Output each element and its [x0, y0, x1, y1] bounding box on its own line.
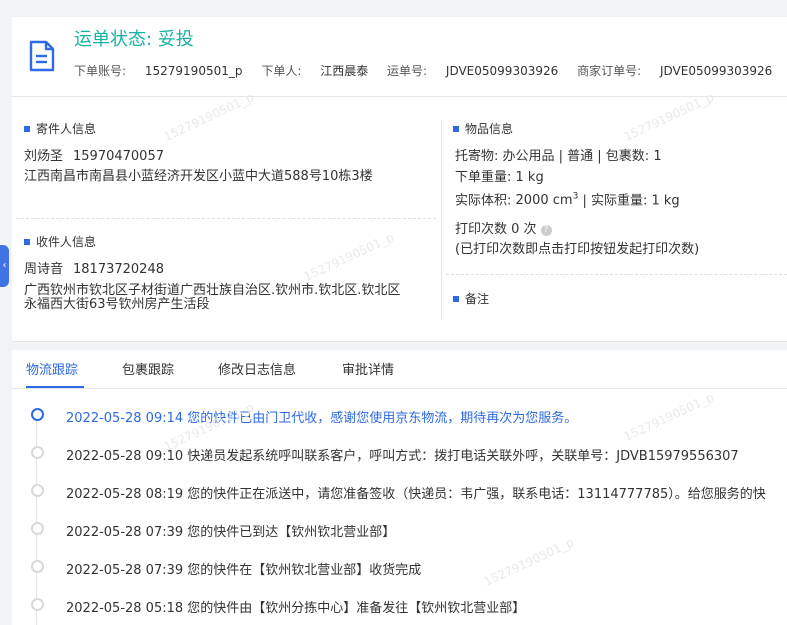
merchant-order-field: 商家订单号: JDVE05099303926 — [577, 64, 773, 78]
timeline-dot — [31, 598, 44, 611]
waybill-meta: 下单账号: 15279190501_p 下单人: 江西晨泰 运单号: JDVE0… — [74, 62, 787, 79]
goods-line-1: 托寄物: 办公用品 | 普通 | 包裹数: 1 — [455, 149, 662, 164]
tab-logistics-tracking[interactable]: 物流跟踪 — [26, 359, 78, 378]
active-tab-indicator — [26, 386, 84, 388]
receiver-name: 周诗音 — [24, 262, 64, 277]
section-divider — [16, 218, 436, 219]
info-panel: 寄件人信息 刘炀圣 15970470057 江西南昌市南昌县小蓝经济开发区小蓝中大… — [12, 96, 787, 342]
goods-section-title: 物品信息 — [453, 120, 513, 137]
sender-name: 刘炀圣 — [24, 149, 64, 164]
timeline-event: 2022-05-28 09:14 您的快件已由门卫代收，感谢您使用京东物流，期待… — [66, 411, 578, 426]
document-icon — [29, 40, 55, 72]
orderer-field: 下单人: 江西晨泰 — [261, 64, 369, 78]
waybill-number-field: 运单号: JDVE05099303926 — [387, 64, 559, 78]
tab-change-log[interactable]: 修改日志信息 — [218, 359, 296, 378]
waybill-status: 运单状态: 妥投 — [74, 29, 194, 50]
sender-section-title: 寄件人信息 — [24, 120, 96, 137]
timeline-event: 2022-05-28 07:39 您的快件在【钦州钦北营业部】收货完成 — [66, 563, 422, 578]
receiver-phone: 18173720248 — [73, 262, 164, 277]
bottom-divider — [12, 341, 787, 342]
volume-value: 2000 cm3 — [515, 192, 579, 209]
tabs-divider — [12, 388, 787, 389]
timeline-dot-active — [31, 408, 44, 421]
account-field: 下单账号: 15279190501_p — [74, 64, 243, 78]
sender-phone: 15970470057 — [73, 149, 164, 164]
volume-label: 实际体积: — [455, 193, 512, 209]
sender-address: 江西南昌市南昌县小蓝经济开发区小蓝中大道588号10栋3楼 — [24, 169, 373, 184]
timeline-event: 2022-05-28 05:18 您的快件由【钦州分拣中心】准备发往【钦州钦北营… — [66, 601, 526, 616]
tab-approval-details[interactable]: 审批详情 — [342, 359, 394, 378]
print-count: 打印次数 0 次? — [455, 222, 552, 238]
timeline-event: 2022-05-28 09:10 快递员发起系统呼叫联系客户，呼叫方式：拨打电话… — [66, 449, 739, 464]
chevron-left-icon: ‹ — [2, 260, 7, 271]
sender-contact: 刘炀圣 15970470057 — [24, 149, 164, 165]
question-icon[interactable]: ? — [540, 225, 552, 236]
timeline-dot — [31, 560, 44, 573]
timeline-dot — [31, 484, 44, 497]
waybill-header: 运单状态: 妥投 下单账号: 15279190501_p 下单人: 江西晨泰 运… — [12, 17, 787, 96]
receiver-contact: 周诗音 18173720248 — [24, 262, 164, 278]
timeline-event: 2022-05-28 08:19 您的快件正在派送中，请您准备签收（快递员：韦广… — [66, 487, 766, 502]
header-divider — [12, 96, 787, 97]
column-divider — [441, 120, 442, 320]
goods-line-3: 实际体积: 2000 cm3 | 实际重量: 1 kg — [455, 189, 680, 209]
receiver-section-title: 收件人信息 — [24, 233, 96, 250]
collapse-toggle-button[interactable]: ‹ — [0, 245, 9, 287]
tab-package-tracking[interactable]: 包裹跟踪 — [122, 359, 174, 378]
goods-line-2: 下单重量: 1 kg — [455, 170, 544, 185]
actual-weight: | 实际重量: 1 kg — [582, 193, 680, 209]
print-note: (已打印次数即点击打印按钮发起打印次数) — [455, 242, 700, 257]
timeline-dot — [31, 446, 44, 459]
remark-section-title: 备注 — [453, 290, 489, 307]
receiver-address-line2: 永福西大街63号钦州房产生活段 — [24, 297, 210, 312]
tracking-panel: 物流跟踪 包裹跟踪 修改日志信息 审批详情 2022-05-28 09:14 您… — [12, 350, 787, 625]
section-divider — [446, 274, 787, 275]
timeline-event: 2022-05-28 07:39 您的快件已到达【钦州钦北营业部】 — [66, 525, 396, 540]
timeline-dot — [31, 522, 44, 535]
